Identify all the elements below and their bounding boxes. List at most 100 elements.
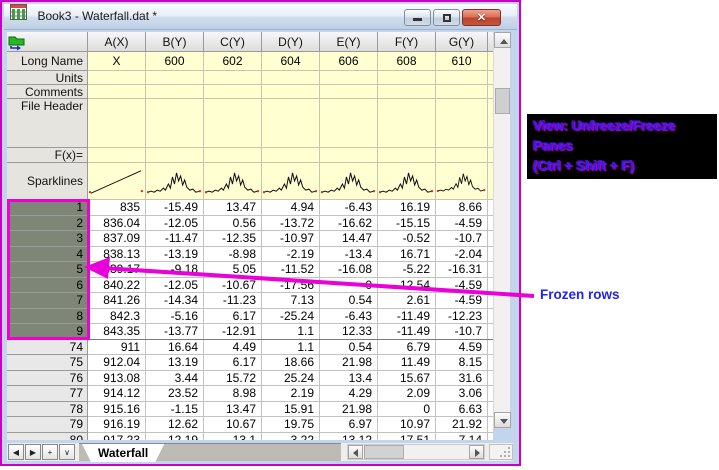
row-label-units[interactable]: Units xyxy=(7,71,88,85)
cell-r76c1[interactable]: 913.08 xyxy=(88,370,146,386)
cell-r76c5[interactable]: 13.4 xyxy=(320,370,378,386)
cell-r1c5[interactable]: -6.43 xyxy=(320,200,378,216)
header-row-cell[interactable] xyxy=(320,85,378,99)
row-label-comments[interactable]: Comments xyxy=(7,85,88,99)
row-header-8[interactable]: 8 xyxy=(7,308,88,324)
row-label-file-header[interactable]: File Header xyxy=(7,99,88,148)
cell-r78c6[interactable]: 0 xyxy=(378,401,436,417)
column-header-g[interactable]: G(Y) xyxy=(436,32,488,52)
cell-r80c4[interactable]: 3.22 xyxy=(262,432,320,440)
cell-r80c1[interactable]: 917.23 xyxy=(88,432,146,440)
row-header-7[interactable]: 7 xyxy=(7,293,88,309)
cell-r79c3[interactable]: 10.67 xyxy=(204,417,262,433)
cell-r76c2[interactable]: 3.44 xyxy=(146,370,204,386)
cell-r8c1[interactable]: 842.3 xyxy=(88,308,146,324)
cell-r74c2[interactable]: 16.64 xyxy=(146,339,204,355)
sparkline-cell[interactable] xyxy=(88,163,146,200)
row-header-4[interactable]: 4 xyxy=(7,246,88,262)
cell-r74c6[interactable]: 6.79 xyxy=(378,339,436,355)
header-row-cell[interactable] xyxy=(88,85,146,99)
header-row-cell[interactable] xyxy=(88,71,146,85)
cell-r2c7[interactable]: -4.59 xyxy=(436,215,488,231)
cell-r74c4[interactable]: 1.1 xyxy=(262,339,320,355)
header-row-cell[interactable] xyxy=(262,99,320,148)
cell-r79c2[interactable]: 12.62 xyxy=(146,417,204,433)
cell-r4c3[interactable]: -8.98 xyxy=(204,246,262,262)
cell-r2c6[interactable]: -15.15 xyxy=(378,215,436,231)
header-row-cell[interactable] xyxy=(146,148,204,163)
cell-r77c5[interactable]: 4.29 xyxy=(320,386,378,402)
header-row-cell[interactable]: 600 xyxy=(146,52,204,71)
cell-r6c6[interactable]: -12.54 xyxy=(378,277,436,293)
cell-r77c6[interactable]: 2.09 xyxy=(378,386,436,402)
column-header-c[interactable]: C(Y) xyxy=(204,32,262,52)
sparkline-cell[interactable] xyxy=(204,163,262,200)
vertical-scrollbar[interactable] xyxy=(493,32,511,428)
scroll-up-button[interactable] xyxy=(494,32,511,48)
cell-r5c6[interactable]: -5.22 xyxy=(378,262,436,278)
cell-r77c3[interactable]: 8.98 xyxy=(204,386,262,402)
cell-r76c4[interactable]: 25.24 xyxy=(262,370,320,386)
row-header-79[interactable]: 79 xyxy=(7,417,88,433)
cell-r74c7[interactable]: 4.59 xyxy=(436,339,488,355)
sheet-list-button[interactable]: ∨ xyxy=(59,444,75,460)
cell-r9c2[interactable]: -13.77 xyxy=(146,324,204,340)
cell-r78c5[interactable]: 21.98 xyxy=(320,401,378,417)
row-header-74[interactable]: 74 xyxy=(7,339,88,355)
cell-r1c7[interactable]: 8.66 xyxy=(436,200,488,216)
resize-grip[interactable] xyxy=(489,444,513,460)
cell-r8c4[interactable]: -25.24 xyxy=(262,308,320,324)
cell-r7c5[interactable]: 0.54 xyxy=(320,293,378,309)
row-header-2[interactable]: 2 xyxy=(7,215,88,231)
header-row-cell[interactable] xyxy=(204,71,262,85)
cell-r75c4[interactable]: 18.66 xyxy=(262,355,320,371)
cell-r9c5[interactable]: 12.33 xyxy=(320,324,378,340)
header-row-cell[interactable]: 608 xyxy=(378,52,436,71)
cell-r78c4[interactable]: 15.91 xyxy=(262,401,320,417)
scroll-right-button[interactable] xyxy=(469,445,485,459)
cell-r2c5[interactable]: -16.62 xyxy=(320,215,378,231)
cell-r8c5[interactable]: -6.43 xyxy=(320,308,378,324)
header-row-cell[interactable] xyxy=(378,148,436,163)
header-row-cell[interactable]: X xyxy=(88,52,146,71)
cell-r7c1[interactable]: 841.26 xyxy=(88,293,146,309)
cell-r75c5[interactable]: 21.98 xyxy=(320,355,378,371)
cell-r80c3[interactable]: 13.1 xyxy=(204,432,262,440)
cell-r80c6[interactable]: -17.51 xyxy=(378,432,436,440)
header-row-cell[interactable] xyxy=(146,85,204,99)
cell-r6c1[interactable]: 840.22 xyxy=(88,277,146,293)
cell-r74c1[interactable]: 911 xyxy=(88,339,146,355)
cell-r80c2[interactable]: 12.19 xyxy=(146,432,204,440)
cell-r9c4[interactable]: 1.1 xyxy=(262,324,320,340)
cell-r9c6[interactable]: -11.49 xyxy=(378,324,436,340)
cell-r3c6[interactable]: -0.52 xyxy=(378,231,436,247)
cell-r9c7[interactable]: -10.7 xyxy=(436,324,488,340)
cell-r4c7[interactable]: -2.04 xyxy=(436,246,488,262)
cell-r3c3[interactable]: -12.35 xyxy=(204,231,262,247)
cell-r7c6[interactable]: 2.61 xyxy=(378,293,436,309)
cell-r5c5[interactable]: -16.08 xyxy=(320,262,378,278)
cell-r3c7[interactable]: -10.7 xyxy=(436,231,488,247)
column-header-a[interactable]: A(X) xyxy=(88,32,146,52)
cell-r78c2[interactable]: -1.15 xyxy=(146,401,204,417)
cell-r6c4[interactable]: -17.56 xyxy=(262,277,320,293)
row-header-6[interactable]: 6 xyxy=(7,277,88,293)
row-header-78[interactable]: 78 xyxy=(7,401,88,417)
cell-r6c5[interactable]: 0 xyxy=(320,277,378,293)
cell-r74c3[interactable]: 4.49 xyxy=(204,339,262,355)
header-row-cell[interactable] xyxy=(436,99,488,148)
cell-r6c7[interactable]: -4.59 xyxy=(436,277,488,293)
header-row-cell[interactable] xyxy=(88,99,146,148)
column-header-d[interactable]: D(Y) xyxy=(262,32,320,52)
header-row-cell[interactable] xyxy=(204,99,262,148)
vertical-scroll-thumb[interactable] xyxy=(495,88,510,114)
column-header-f[interactable]: F(Y) xyxy=(378,32,436,52)
cell-r2c1[interactable]: 836.04 xyxy=(88,215,146,231)
row-header-5[interactable]: 5 xyxy=(7,262,88,278)
header-row-cell[interactable]: 604 xyxy=(262,52,320,71)
cell-r77c1[interactable]: 914.12 xyxy=(88,386,146,402)
header-row-cell[interactable] xyxy=(262,85,320,99)
cell-r8c6[interactable]: -11.49 xyxy=(378,308,436,324)
corner-selector-cell[interactable] xyxy=(7,32,88,52)
cell-r3c4[interactable]: -10.97 xyxy=(262,231,320,247)
